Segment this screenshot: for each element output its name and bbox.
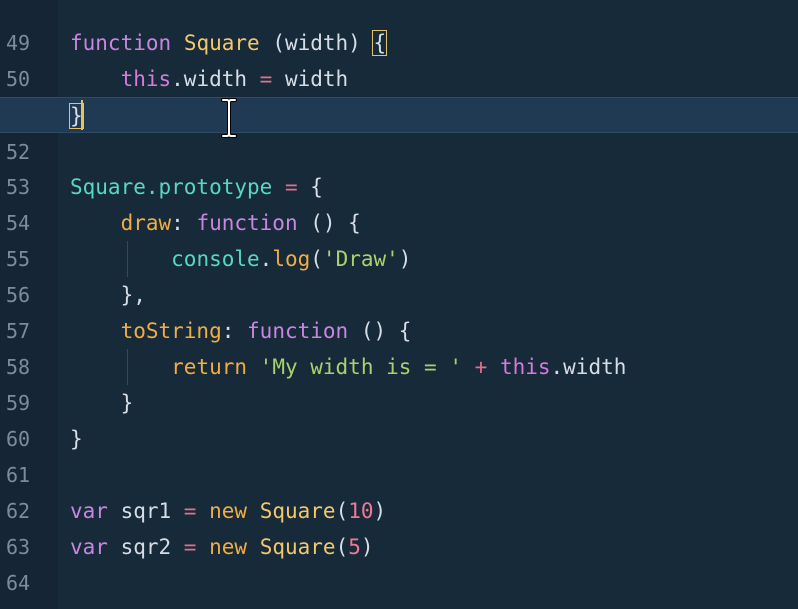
code-content: }: [70, 427, 83, 451]
code-line: 62: [0, 457, 798, 523]
string-token: 'My width is = ': [259, 355, 462, 379]
code-content: var sqr1 = new Square(10): [70, 493, 386, 529]
code-line: 53: [0, 133, 798, 199]
code-token: width: [272, 67, 349, 91]
property-token: draw: [120, 211, 172, 235]
code-token: (: [310, 247, 323, 271]
active-code-line: 52 }: [0, 97, 798, 164]
code-line: 57 },: [0, 277, 798, 343]
code-content: draw: function () {: [70, 205, 361, 241]
keyword-token: function: [196, 211, 298, 235]
code-line: 56 console.log('Draw'): [0, 241, 798, 307]
code-content: toString: function () {: [70, 313, 412, 349]
code-token: (width): [259, 31, 374, 55]
code-line: 54 Square.prototype = {: [0, 169, 798, 235]
keyword-token: var: [70, 499, 108, 523]
code-content: },: [70, 283, 146, 307]
operator-token: =: [284, 175, 298, 199]
keyword-token: function: [247, 319, 349, 343]
code-line: 64 var sqr2 = new Square(5): [0, 529, 798, 595]
code-token: :: [171, 211, 197, 235]
code-line: 63 var sqr1 = new Square(10): [0, 493, 798, 559]
return-keyword-token: return: [171, 355, 248, 379]
code-token: ): [398, 247, 412, 271]
code-content: function Square (width) {: [70, 25, 388, 61]
code-line: 50 function Square (width) {: [0, 25, 798, 91]
code-token: sqr1: [107, 499, 184, 523]
code-content: var sqr2 = new Square(5): [70, 529, 374, 565]
operator-token: =: [259, 67, 273, 91]
code-token: .width: [171, 67, 260, 91]
operator-token: =: [183, 499, 197, 523]
code-line: 60 }: [0, 385, 798, 451]
function-name-token: Square: [259, 499, 336, 523]
property-token: toString: [120, 319, 222, 343]
code-line: 61 }: [0, 421, 798, 487]
code-token: sqr2: [107, 535, 184, 559]
code-token: {: [297, 175, 323, 199]
text-caret: [81, 100, 83, 130]
identifier-token: console: [171, 247, 260, 271]
number-token: 10: [348, 499, 374, 523]
keyword-token: function: [70, 31, 172, 55]
code-token: () {: [297, 211, 361, 235]
code-token: (: [335, 499, 349, 523]
code-token: .width: [550, 355, 627, 379]
keyword-token: new: [209, 499, 248, 523]
code-token: ): [373, 499, 387, 523]
code-line: 49: [0, 0, 798, 55]
operator-token: +: [474, 355, 488, 379]
code-content: Square.prototype = {: [70, 169, 323, 205]
this-keyword-token: this: [499, 355, 551, 379]
string-token: 'Draw': [322, 247, 399, 271]
operator-token: =: [183, 535, 197, 559]
code-token: () {: [348, 319, 412, 343]
code-token: ): [360, 535, 374, 559]
i-beam-cursor-icon: [221, 98, 237, 138]
code-editor[interactable]: 49 50 function Square (width) { 51 this.…: [0, 0, 798, 609]
this-keyword-token: this: [120, 67, 172, 91]
code-content: return 'My width is = ' + this.width: [70, 349, 626, 385]
keyword-token: new: [209, 535, 248, 559]
code-content: }: [70, 391, 134, 415]
keyword-token: var: [70, 535, 108, 559]
number-token: 5: [348, 535, 361, 559]
code-line: 55 draw: function () {: [0, 205, 798, 271]
identifier-token: Square.prototype: [70, 175, 285, 199]
matching-bracket: {: [372, 30, 388, 56]
function-name-token: Square: [183, 31, 260, 55]
code-line: 59 return 'My width is = ' + this.width: [0, 349, 798, 415]
method-token: log: [272, 247, 311, 271]
function-name-token: Square: [259, 535, 336, 559]
code-token: .: [259, 247, 273, 271]
code-line: 51 this.width = width: [0, 61, 798, 127]
code-token: :: [221, 319, 248, 343]
code-line: 58 toString: function () {: [0, 313, 798, 379]
code-content: console.log('Draw'): [70, 241, 411, 277]
code-token: (: [335, 535, 349, 559]
line-number: 64: [6, 571, 31, 595]
code-content: this.width = width: [70, 61, 349, 97]
